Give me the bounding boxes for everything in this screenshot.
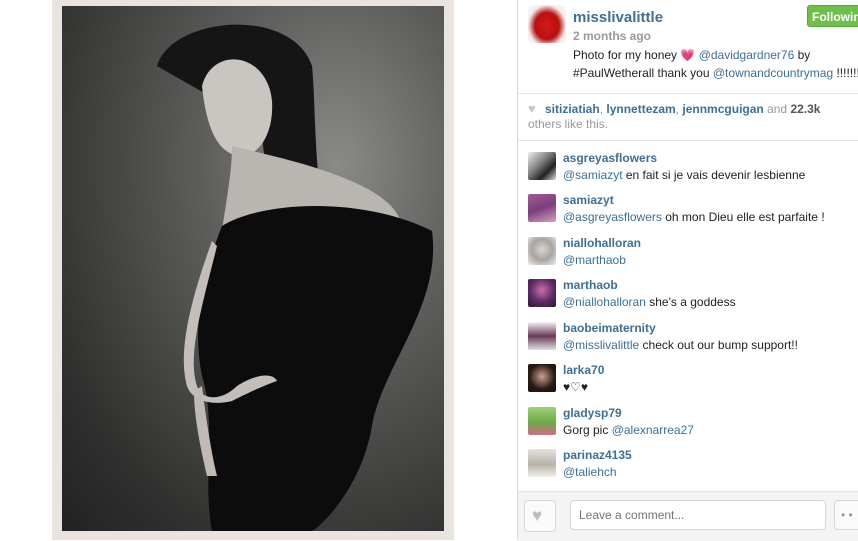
- comment-item: asgreyasflowers @samiazyt en fait si je …: [518, 148, 858, 190]
- comment-body: oh mon Dieu elle est parfaite !: [661, 210, 825, 224]
- comment-item: gladysp79 Gorg pic @alexnarrea27: [518, 403, 858, 445]
- caption-mention[interactable]: @townandcountrymag: [713, 66, 833, 80]
- likes-and-text: and: [763, 102, 791, 116]
- comment-username[interactable]: larka70: [563, 363, 604, 377]
- comment-text: @marthaob: [563, 253, 626, 267]
- avatar[interactable]: [528, 407, 556, 435]
- post-sidebar: misslivalittle 2 months ago Following Ph…: [518, 0, 858, 541]
- like-user[interactable]: sitiziatiah: [545, 102, 600, 116]
- comment-text: Gorg pic @alexnarrea27: [563, 423, 694, 437]
- comment-body: Gorg pic: [563, 423, 612, 437]
- caption-mention[interactable]: @davidgardner76: [699, 48, 795, 62]
- post-photo[interactable]: [62, 6, 444, 531]
- comment-text: @misslivalittle check out our bump suppo…: [563, 338, 798, 352]
- post-username[interactable]: misslivalittle: [573, 9, 663, 26]
- comment-body: ♥♡♥: [563, 380, 589, 394]
- comment-text: @niallohalloran she's a goddess: [563, 295, 736, 309]
- likes-others-text: others like this.: [528, 117, 609, 131]
- comment-input[interactable]: [570, 500, 826, 530]
- caption-text: !!!!!!!: [833, 66, 858, 80]
- caption-text: by: [794, 48, 811, 62]
- comment-item: marthaob @niallohalloran she's a goddess: [518, 275, 858, 317]
- comment-mention[interactable]: @alexnarrea27: [612, 423, 694, 437]
- comment-body: en fait si je vais devenir lesbienne: [622, 168, 806, 182]
- heart-emoji-icon: 💗: [680, 48, 696, 62]
- comment-body: she's a goddess: [645, 295, 736, 309]
- photo-illustration: [157, 24, 434, 531]
- comment-footer: ♥ • •: [518, 491, 858, 541]
- comment-mention[interactable]: @marthaob: [563, 253, 626, 267]
- comment-mention[interactable]: @asgreyasflowers: [563, 210, 662, 224]
- comment-item: baobeimaternity @misslivalittle check ou…: [518, 318, 858, 360]
- heart-icon: ♥: [528, 101, 536, 116]
- post-caption: Photo for my honey 💗 @davidgardner76 by …: [573, 46, 858, 82]
- likes-divider: [518, 140, 858, 141]
- comment-mention[interactable]: @niallohalloran: [563, 295, 646, 309]
- avatar[interactable]: [528, 364, 556, 392]
- photo-frame: [52, 0, 454, 540]
- comment-text: @asgreyasflowers oh mon Dieu elle est pa…: [563, 210, 825, 224]
- comment-mention[interactable]: @samiazyt: [563, 168, 623, 182]
- caption-text: Photo for my honey: [573, 48, 681, 62]
- heart-icon: ♥: [532, 506, 543, 525]
- photo-panel: [0, 0, 517, 540]
- ellipsis-icon[interactable]: • •: [834, 500, 858, 530]
- like-user[interactable]: lynnettezam: [606, 102, 675, 116]
- comment-text: @samiazyt en fait si je vais devenir les…: [563, 168, 805, 182]
- like-user[interactable]: jennmcguigan: [682, 102, 763, 116]
- header-divider: [518, 93, 858, 94]
- comment-text: ♥♡♥: [563, 380, 588, 394]
- post-header: misslivalittle 2 months ago Following Ph…: [518, 0, 858, 93]
- comment-item: larka70 ♥♡♥: [518, 360, 858, 402]
- comment-username[interactable]: asgreyasflowers: [563, 151, 657, 165]
- following-button[interactable]: Following: [807, 5, 858, 27]
- comment-body: check out our bump support!!: [639, 338, 798, 352]
- comment-username[interactable]: gladysp79: [563, 406, 622, 420]
- comment-username[interactable]: niallohalloran: [563, 236, 641, 250]
- likes-count[interactable]: 22.3k: [790, 102, 820, 116]
- comment-item: parinaz4135 @taliehch: [518, 445, 858, 487]
- avatar[interactable]: [528, 194, 556, 222]
- caption-text: #PaulWetherall thank you: [573, 66, 713, 80]
- comment-username[interactable]: marthaob: [563, 278, 618, 292]
- comment-item: samiazyt @asgreyasflowers oh mon Dieu el…: [518, 190, 858, 232]
- comments-list[interactable]: asgreyasflowers @samiazyt en fait si je …: [518, 148, 858, 491]
- avatar[interactable]: [528, 322, 556, 350]
- avatar[interactable]: [528, 237, 556, 265]
- avatar[interactable]: [528, 449, 556, 477]
- avatar[interactable]: [528, 279, 556, 307]
- comment-item: niallohalloran @marthaob: [518, 233, 858, 275]
- comment-username[interactable]: samiazyt: [563, 193, 614, 207]
- likes-summary: ♥ sitiziatiah, lynnettezam, jennmcguigan …: [528, 101, 821, 131]
- comment-mention[interactable]: @taliehch: [563, 465, 617, 479]
- comment-text: @taliehch: [563, 465, 617, 479]
- post-timestamp[interactable]: 2 months ago: [573, 29, 651, 43]
- comment-mention[interactable]: @misslivalittle: [563, 338, 639, 352]
- like-button[interactable]: ♥: [524, 500, 556, 532]
- user-avatar[interactable]: [528, 5, 566, 43]
- comment-username[interactable]: baobeimaternity: [563, 321, 656, 335]
- avatar[interactable]: [528, 152, 556, 180]
- comment-username[interactable]: parinaz4135: [563, 448, 632, 462]
